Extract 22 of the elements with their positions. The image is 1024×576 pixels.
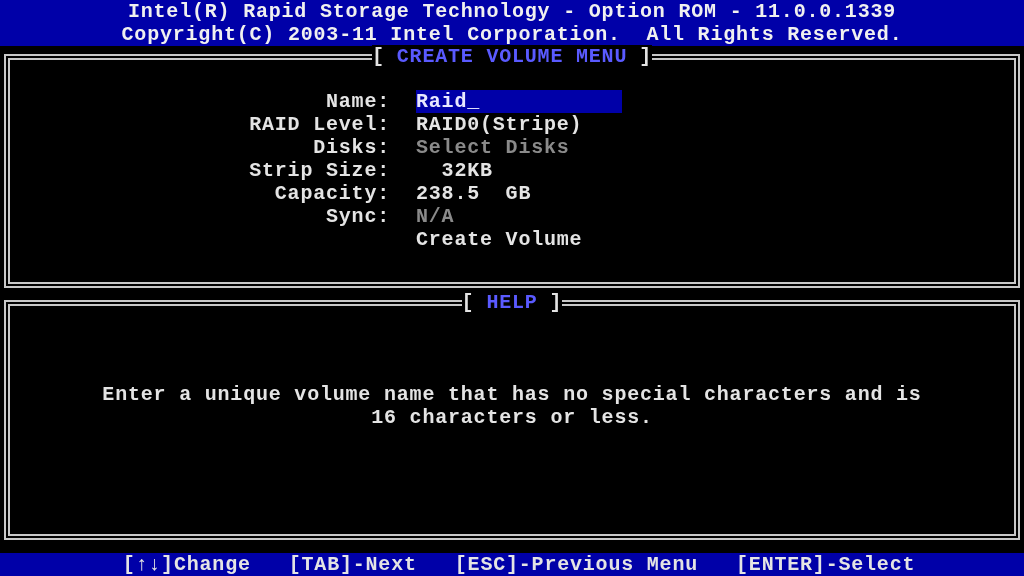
field-label: Disks: bbox=[312, 136, 390, 159]
key-hint: [ESC]-Previous Menu bbox=[454, 553, 699, 576]
field-label: Name: bbox=[325, 90, 390, 113]
field-label: Strip Size: bbox=[248, 159, 390, 182]
key-hint: [TAB]-Next bbox=[288, 553, 417, 576]
bracket-text: [ bbox=[371, 45, 385, 68]
field-value[interactable]: RAID0(Stripe) bbox=[416, 113, 583, 136]
create-volume-option[interactable]: Create Volume bbox=[416, 228, 583, 251]
field-value[interactable]: Raid_ bbox=[416, 90, 622, 113]
header-text: Intel(R) Rapid Storage Technology - Option ROM - 11.0.0.1339 bbox=[127, 0, 897, 23]
help-text: 16 characters or less. bbox=[371, 406, 653, 429]
field-value[interactable]: 238.5 GB bbox=[416, 182, 532, 205]
key-hint: [ENTER]-Select bbox=[736, 553, 916, 576]
bracket-text: [ bbox=[461, 291, 475, 314]
bracket-text: ] bbox=[639, 45, 653, 68]
help-text: Enter a unique volume name that has no special characters and is bbox=[102, 383, 922, 406]
key-hint: [↑↓]Change bbox=[122, 553, 251, 576]
field-label: Sync: bbox=[325, 205, 390, 228]
header-text: Copyright(C) 2003-11 Intel Corporation. All Rights Reserved. bbox=[121, 23, 903, 46]
field-label: RAID Level: bbox=[248, 113, 390, 136]
field-label: Capacity: bbox=[273, 182, 390, 205]
field-value[interactable]: 32KB bbox=[416, 159, 493, 182]
